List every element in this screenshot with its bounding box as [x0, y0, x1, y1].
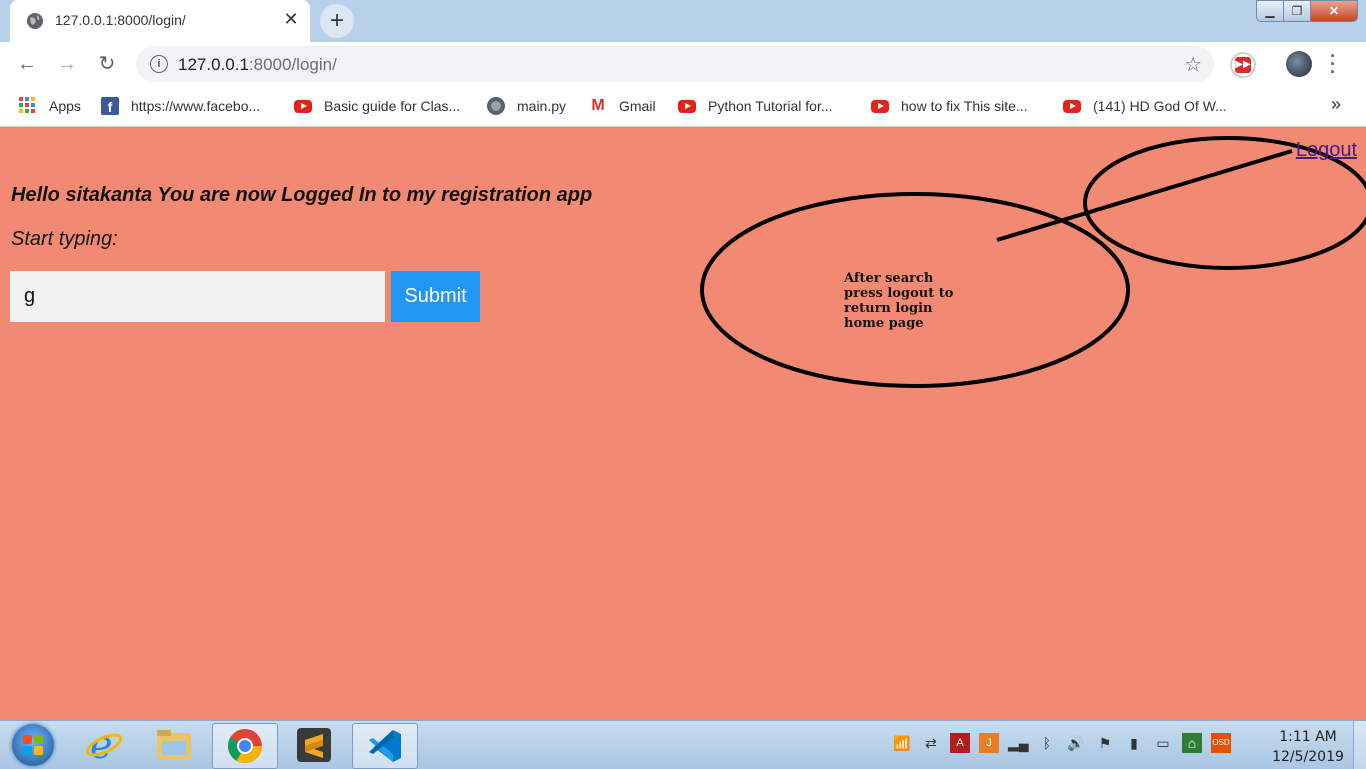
menu-dots-icon[interactable]: · · ·: [1330, 47, 1336, 81]
globe-icon: [487, 97, 505, 115]
search-input[interactable]: [10, 271, 385, 322]
bookmark-main-py[interactable]: main.py: [487, 96, 566, 116]
action-center-flag-icon[interactable]: ⚑: [1095, 733, 1115, 753]
bookmark-how-to-fix[interactable]: how to fix This site...: [871, 96, 1028, 116]
vscode-icon[interactable]: [352, 723, 418, 769]
reload-icon[interactable]: ↻: [96, 54, 118, 76]
start-typing-label: Start typing:: [11, 228, 118, 250]
system-clock[interactable]: 1:11 AM 12/5/2019: [1268, 727, 1348, 767]
apps-icon: [19, 97, 37, 115]
minimize-button[interactable]: ▁: [1256, 0, 1284, 22]
bookmark-star-icon[interactable]: ☆: [1184, 52, 1202, 77]
new-tab-button[interactable]: +: [320, 4, 354, 38]
address-url[interactable]: 127.0.0.1:8000/login/: [178, 55, 337, 75]
home-icon[interactable]: ⌂: [1182, 733, 1202, 753]
volume-icon[interactable]: 🔊: [1066, 733, 1086, 753]
close-tab-icon[interactable]: ✕: [280, 9, 302, 30]
java-icon[interactable]: J: [979, 733, 999, 753]
osd-icon[interactable]: OSD: [1211, 733, 1231, 753]
annotation-note: After search press logout to return logi…: [844, 271, 954, 331]
extension-icon[interactable]: ▶▶: [1230, 52, 1256, 78]
close-window-button[interactable]: ✕: [1310, 0, 1358, 22]
bookmark-python-tutorial[interactable]: Python Tutorial for...: [678, 96, 833, 116]
info-icon[interactable]: i: [150, 55, 168, 73]
annotation-arrow-line: [996, 149, 1293, 242]
browser-tab-strip: 127.0.0.1:8000/login/ ✕ + ▁ ❐ ✕: [0, 0, 1366, 42]
bookmark-apps[interactable]: Apps: [19, 96, 81, 116]
youtube-icon: [1063, 99, 1081, 113]
battery-icon[interactable]: ▮: [1124, 733, 1144, 753]
youtube-icon: [871, 99, 889, 113]
chrome-icon[interactable]: [212, 723, 278, 769]
gmail-icon: M: [591, 97, 605, 114]
back-arrow-icon[interactable]: ←: [16, 54, 38, 76]
address-bar[interactable]: i 127.0.0.1:8000/login/ ☆: [136, 46, 1214, 82]
globe-icon: [27, 13, 43, 29]
greeting-heading: Hello sitakanta You are now Logged In to…: [11, 184, 593, 206]
forward-arrow-icon[interactable]: →: [56, 54, 78, 76]
sublime-text-icon[interactable]: [282, 723, 346, 767]
facebook-icon: f: [101, 97, 119, 115]
clock-date: 12/5/2019: [1272, 749, 1344, 765]
bookmark-god-of-war[interactable]: (141) HD God Of W...: [1063, 96, 1227, 116]
sync-icon[interactable]: ⇄: [921, 733, 941, 753]
taskbar: e 📶 ⇄ A J ▂▄ ᛒ 🔊 ⚑ ▮ ▭ ⌂ OSD 1:11 AM 12/…: [0, 720, 1366, 769]
browser-tab[interactable]: 127.0.0.1:8000/login/ ✕: [10, 0, 310, 42]
logout-link[interactable]: Logout: [1296, 139, 1357, 162]
signal-bars-icon[interactable]: ▂▄: [1008, 733, 1029, 753]
display-icon[interactable]: ▭: [1153, 733, 1173, 753]
bookmark-facebook[interactable]: f https://www.facebo...: [101, 96, 260, 116]
windows-logo-icon: [23, 735, 43, 755]
browser-toolbar: ← → ↻ i 127.0.0.1:8000/login/ ☆ ▶▶ · · ·: [0, 42, 1366, 86]
internet-explorer-icon[interactable]: e: [72, 723, 136, 767]
profile-avatar[interactable]: [1286, 51, 1312, 77]
file-explorer-icon[interactable]: [142, 723, 206, 767]
show-desktop-button[interactable]: [1353, 721, 1366, 769]
tab-title: 127.0.0.1:8000/login/: [55, 12, 186, 28]
bookmarks-bar: Apps f https://www.facebo... Basic guide…: [0, 86, 1366, 127]
youtube-icon: [294, 99, 312, 113]
page-content: Logout Hello sitakanta You are now Logge…: [0, 127, 1366, 720]
start-button[interactable]: [12, 724, 54, 766]
network-wifi-icon[interactable]: 📶: [892, 733, 912, 753]
youtube-icon: [678, 99, 696, 113]
submit-button[interactable]: Submit: [391, 271, 480, 322]
maximize-button[interactable]: ❐: [1283, 0, 1311, 22]
clock-time: 1:11 AM: [1279, 729, 1337, 745]
bluetooth-icon[interactable]: ᛒ: [1037, 733, 1057, 753]
bookmark-basic-guide[interactable]: Basic guide for Clas...: [294, 96, 460, 116]
pdf-icon[interactable]: A: [950, 733, 970, 753]
annotation-drawing: [700, 136, 1366, 388]
window-controls: ▁ ❐ ✕: [1256, 0, 1358, 22]
bookmark-gmail[interactable]: M Gmail: [589, 96, 655, 116]
more-bookmarks-icon[interactable]: »: [1331, 94, 1341, 115]
system-tray: 📶 ⇄ A J ▂▄ ᛒ 🔊 ⚑ ▮ ▭ ⌂ OSD: [892, 733, 1231, 753]
